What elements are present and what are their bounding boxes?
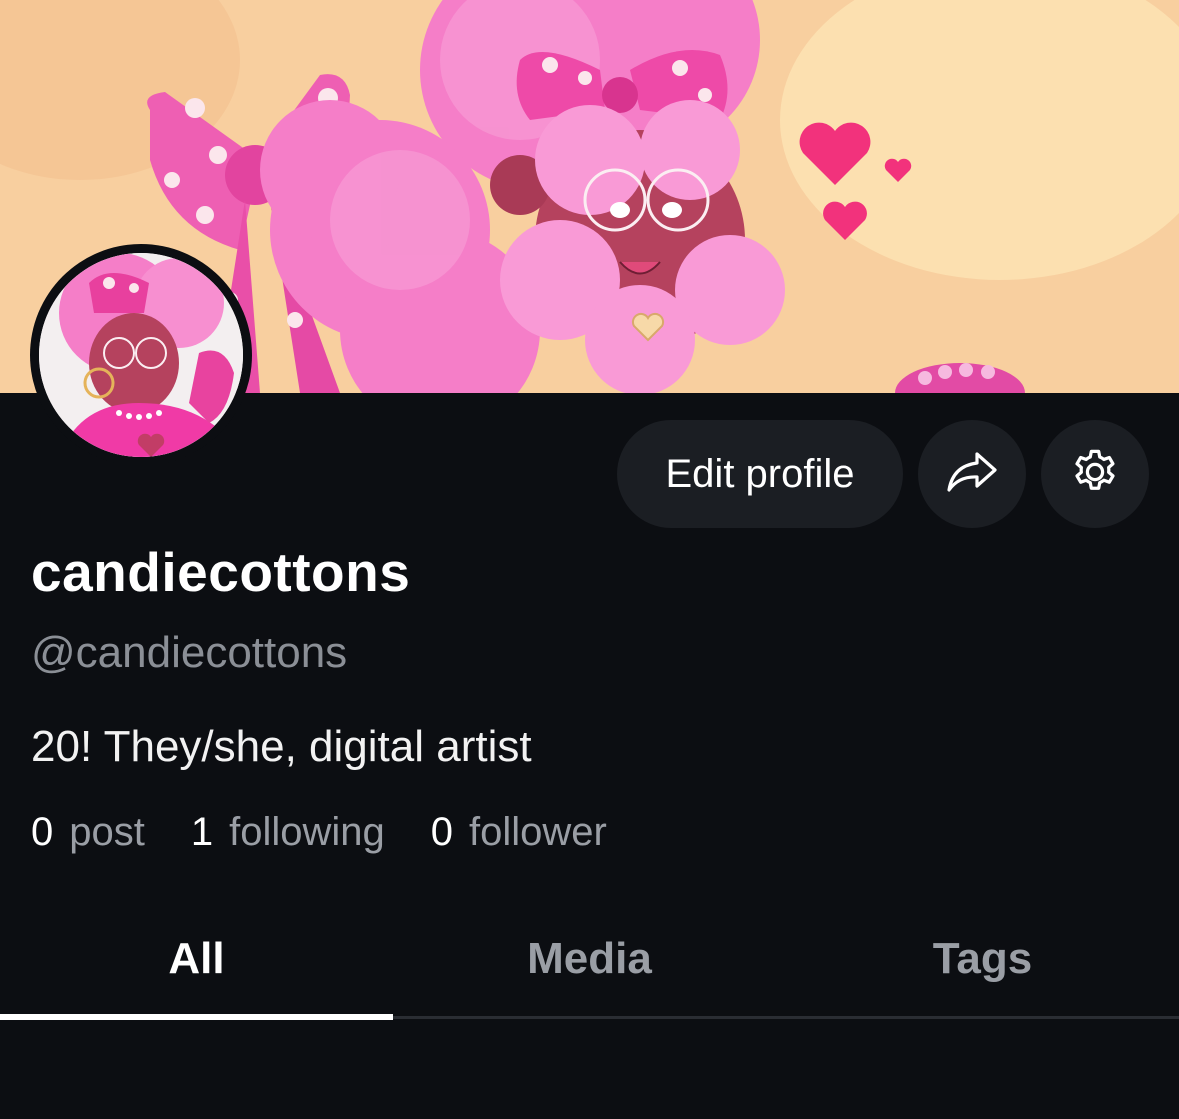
tab-media[interactable]: Media	[393, 900, 786, 1018]
profile-stats: 0 post 1 following 0 follower	[31, 810, 653, 855]
display-name: candiecottons	[31, 541, 411, 603]
tab-tags[interactable]: Tags	[786, 900, 1179, 1018]
share-arrow-icon	[945, 450, 999, 499]
share-button[interactable]	[918, 420, 1026, 528]
avatar-image	[39, 253, 243, 457]
gear-icon	[1069, 446, 1121, 503]
user-handle: @candiecottons	[31, 628, 348, 677]
stat-label: following	[229, 810, 385, 854]
stat-following[interactable]: 1 following	[191, 810, 385, 855]
stat-label: follower	[469, 810, 607, 854]
active-tab-indicator	[0, 1014, 393, 1020]
stat-followers[interactable]: 0 follower	[431, 810, 607, 855]
edit-profile-button[interactable]: Edit profile	[617, 420, 903, 528]
stat-count: 1	[190, 810, 214, 854]
edit-profile-label: Edit profile	[665, 451, 855, 496]
stat-posts[interactable]: 0 post	[31, 810, 145, 855]
stat-count: 0	[31, 810, 54, 854]
avatar[interactable]	[30, 244, 252, 466]
profile-tabs: All Media Tags	[0, 900, 1179, 1018]
bio: 20! They/she, digital artist	[31, 722, 532, 771]
stat-count: 0	[430, 810, 454, 854]
settings-button[interactable]	[1041, 420, 1149, 528]
tab-all[interactable]: All	[0, 900, 393, 1018]
stat-label: post	[69, 810, 145, 854]
